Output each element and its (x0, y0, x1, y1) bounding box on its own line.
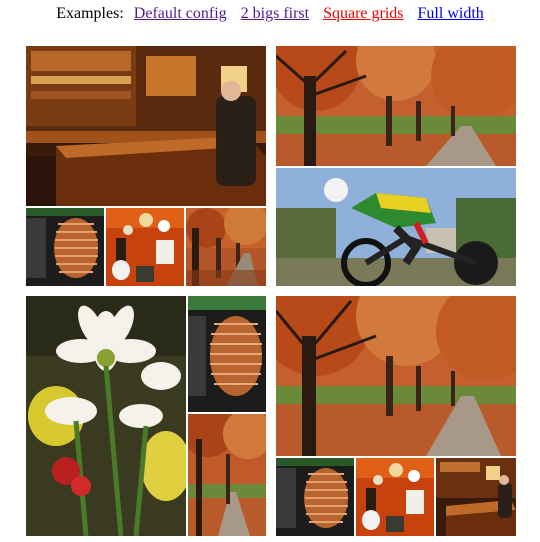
trees-photo-small[interactable] (186, 208, 266, 286)
default-config-link[interactable]: Default config (134, 5, 227, 22)
coil-photo-2[interactable] (276, 458, 354, 536)
trees-wide-image (276, 46, 516, 166)
full-width-link[interactable]: Full width (418, 5, 484, 22)
trees-small-image (186, 208, 266, 286)
trees-photo-large[interactable] (276, 296, 516, 456)
coil-tall-image (188, 296, 266, 412)
two-bigs-first-link[interactable]: 2 bigs first (241, 5, 309, 22)
bar-image (26, 46, 266, 206)
examples-label: Examples: (56, 5, 124, 22)
coil-photo-tall[interactable] (188, 296, 266, 412)
guitars-image (106, 208, 184, 286)
flowers-image (26, 296, 186, 536)
bar-small-image (436, 458, 516, 536)
guitars-photo-2[interactable] (356, 458, 434, 536)
trees-photo-wide[interactable] (276, 46, 516, 166)
flowers-photo[interactable] (26, 296, 186, 536)
bar-photo-large[interactable] (26, 46, 266, 206)
coil-image-2 (276, 458, 354, 536)
bar-photo-small[interactable] (436, 458, 516, 536)
square-grids-link[interactable]: Square grids (323, 5, 403, 22)
trees-photo-tall[interactable] (188, 414, 266, 536)
trees-tall-image (188, 414, 266, 536)
coil-photo[interactable] (26, 208, 104, 286)
cyclist-photo[interactable] (276, 168, 516, 286)
examples-nav: Examples: Default config 2 bigs first Sq… (0, 5, 540, 23)
guitars-image-2 (356, 458, 434, 536)
guitars-photo[interactable] (106, 208, 184, 286)
coil-image (26, 208, 104, 286)
trees-large-image (276, 296, 516, 456)
cyclist-image (276, 168, 516, 286)
